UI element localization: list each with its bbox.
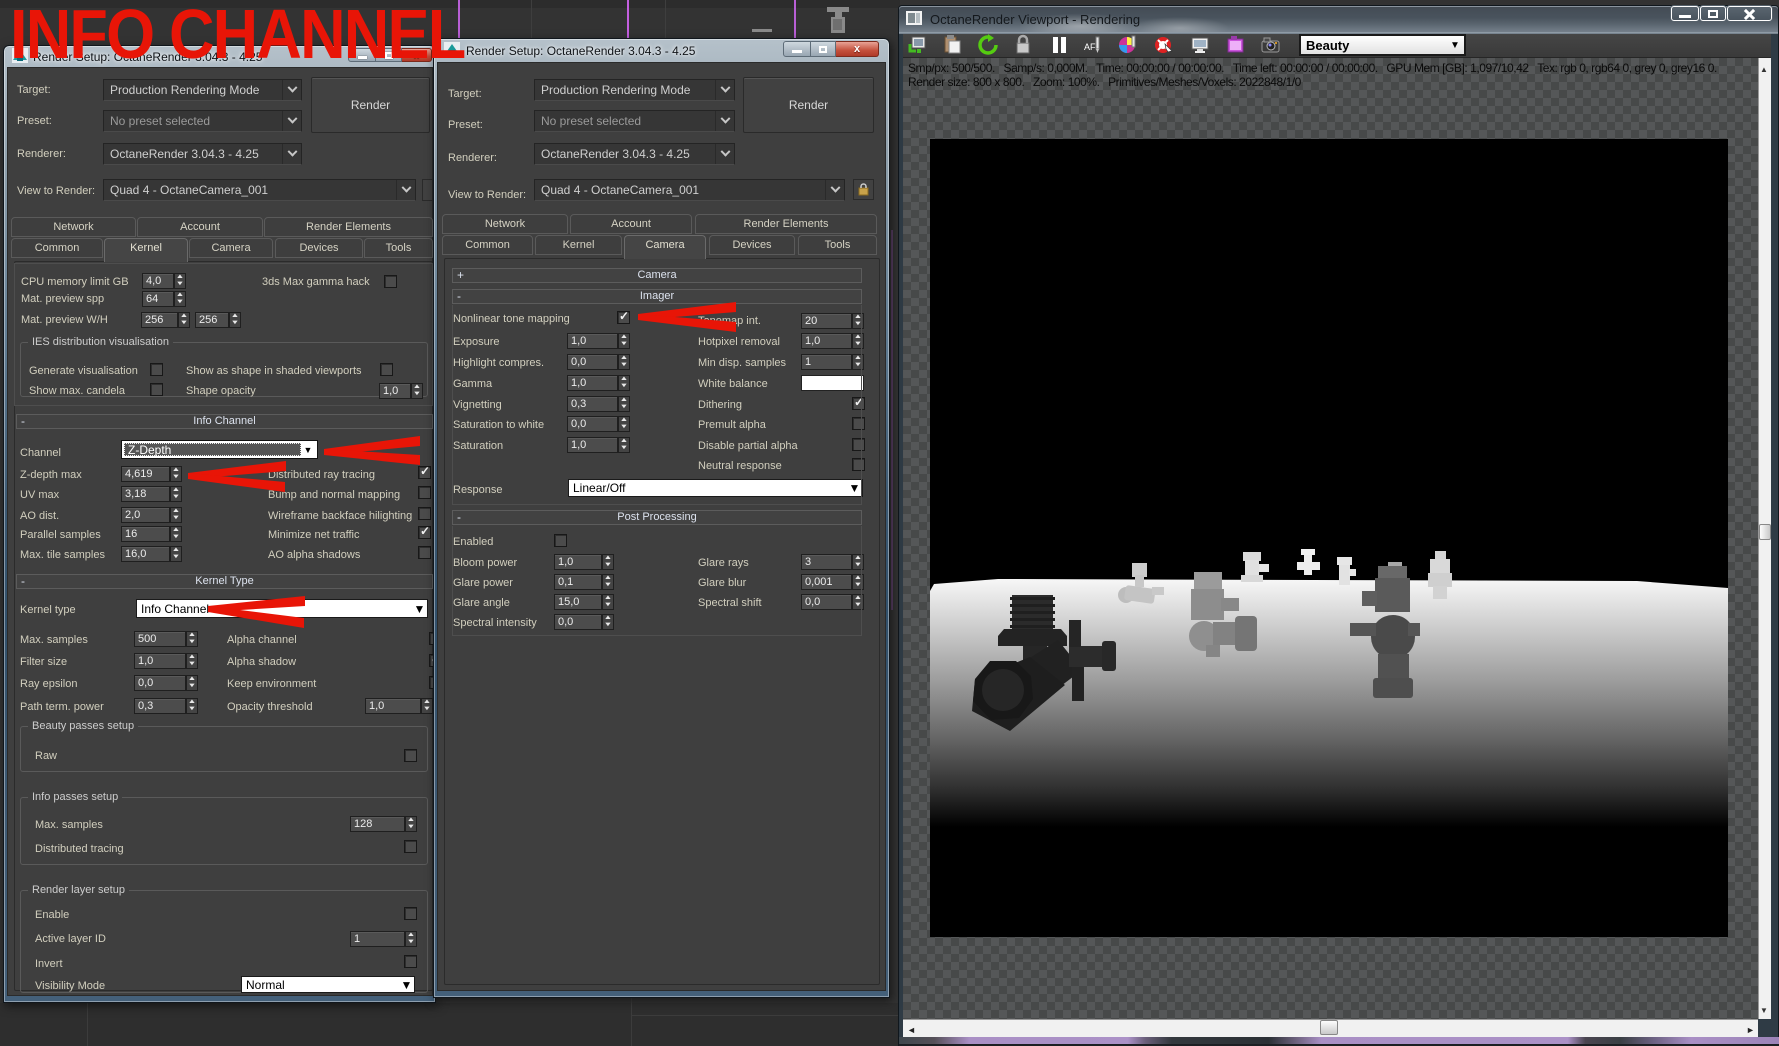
- svg-text:AF: AF: [1084, 42, 1096, 52]
